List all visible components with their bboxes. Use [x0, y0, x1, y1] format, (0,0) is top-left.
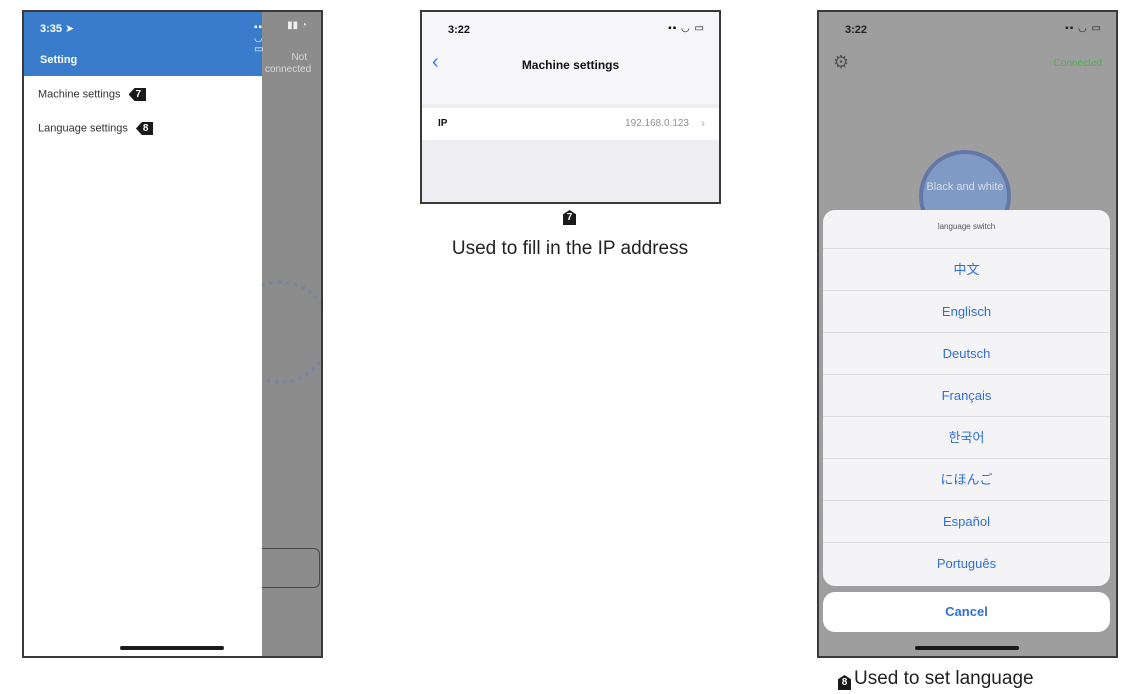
- phone-screen-language-switch: 3:22 ▪▪ ◡ ▭ ⚙ Connected Black and white …: [817, 10, 1118, 658]
- caption-language-text: Used to set language: [854, 668, 1034, 689]
- cancel-button[interactable]: Cancel: [823, 592, 1110, 632]
- ip-label: IP: [438, 118, 448, 129]
- language-option-japanese[interactable]: にほんご: [823, 459, 1110, 501]
- gear-icon[interactable]: ⚙: [833, 52, 849, 73]
- signal-wifi-battery-icon: ▪▪ ◡ ▭: [668, 23, 705, 34]
- caption-ip-address: Used to fill in the IP address: [451, 238, 689, 259]
- signal-wifi-battery-icon: ▪▪ ◡ ▭: [1065, 23, 1102, 34]
- background-status-icons: ▮▮ ◔: [287, 20, 307, 31]
- caption-badge-7: 7: [563, 210, 576, 225]
- ip-value: 192.168.0.123: [625, 118, 689, 129]
- menu-item-label: Language settings: [38, 122, 128, 135]
- home-indicator: [120, 646, 224, 650]
- sheet-title: language switch: [823, 210, 1110, 249]
- callout-badge: 7: [128, 88, 147, 101]
- language-option-english[interactable]: Englisch: [823, 291, 1110, 333]
- drawer-header: 3:35 ➤ ▪▪ ◡ ▭ Setting: [24, 12, 265, 76]
- language-option-french[interactable]: Français: [823, 375, 1110, 417]
- chevron-right-icon: ›: [701, 116, 705, 130]
- background-button: [252, 548, 320, 588]
- drawer-title: Setting: [40, 54, 78, 66]
- phone-screen-settings-drawer: ▮▮ ◔ Not connected 3:35 ➤ ▪▪ ◡ ▭ Setting…: [22, 10, 323, 658]
- language-option-portuguese[interactable]: Português: [823, 543, 1110, 584]
- home-indicator: [915, 646, 1019, 650]
- language-option-spanish[interactable]: Español: [823, 501, 1110, 543]
- settings-drawer: 3:35 ➤ ▪▪ ◡ ▭ Setting Machine settings 7 …: [24, 12, 265, 656]
- menu-item-language-settings[interactable]: Language settings 8: [38, 122, 154, 135]
- dial-label: Black and white: [926, 181, 1004, 193]
- background-connection-status: Not connected: [265, 52, 312, 75]
- language-option-chinese[interactable]: 中文: [823, 249, 1110, 291]
- status-time: 3:22: [448, 24, 471, 36]
- menu-item-label: Machine settings: [38, 88, 121, 101]
- caption-language: 8 Used to set language: [838, 668, 1034, 690]
- phone-screen-machine-settings: 3:22 ▪▪ ◡ ▭ ‹ Machine settings IP 192.16…: [420, 10, 721, 204]
- menu-item-machine-settings[interactable]: Machine settings 7: [38, 88, 147, 101]
- caption-badge-8: 8: [838, 675, 851, 690]
- language-option-korean[interactable]: 한국어: [823, 417, 1110, 459]
- status-time: 3:35 ➤: [40, 23, 75, 35]
- callout-badge: 8: [135, 122, 154, 135]
- status-time: 3:22: [845, 24, 868, 36]
- connection-status: Connected: [1053, 58, 1102, 69]
- ip-setting-row[interactable]: IP 192.168.0.123 ›: [422, 108, 719, 140]
- navigation-bar: 3:22 ▪▪ ◡ ▭ ‹ Machine settings: [422, 12, 719, 104]
- page-title: Machine settings: [521, 58, 620, 72]
- signal-wifi-battery-icon: ▪▪ ◡ ▭: [254, 22, 265, 55]
- language-action-sheet: language switch 中文 Englisch Deutsch Fran…: [823, 210, 1110, 586]
- language-option-german[interactable]: Deutsch: [823, 333, 1110, 375]
